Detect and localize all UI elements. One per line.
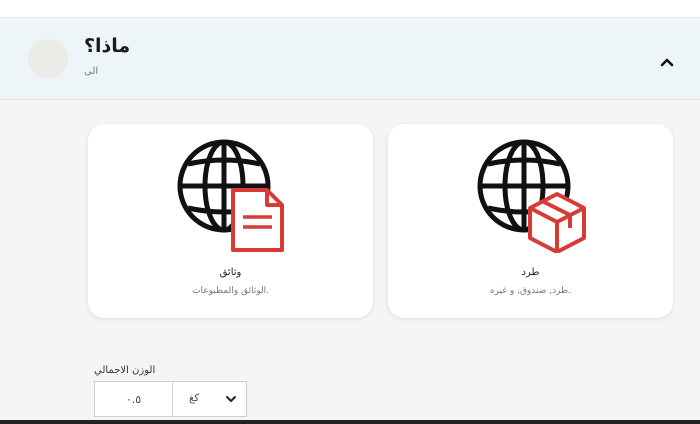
parcel-card-title: طرد xyxy=(521,267,540,278)
weight-unit-value: كغ xyxy=(189,393,200,404)
section-title: ماذا؟ xyxy=(84,35,131,57)
globe-box-icon xyxy=(477,139,586,253)
top-bar xyxy=(0,0,700,18)
total-weight-field: كغ xyxy=(94,381,247,417)
chevron-down-icon xyxy=(226,396,236,402)
weight-unit-select[interactable]: كغ xyxy=(173,382,247,416)
documents-card-title: وثائق xyxy=(219,267,242,278)
bottom-edge xyxy=(0,420,700,424)
avatar xyxy=(28,39,68,79)
documents-card[interactable]: وثائق الوثائق والمطبوعات. xyxy=(88,124,373,318)
documents-card-description: الوثائق والمطبوعات. xyxy=(191,286,269,296)
section-subtitle: الى xyxy=(84,66,99,77)
total-weight-label: الوزن الاجمالي xyxy=(94,365,156,376)
chevron-up-icon[interactable] xyxy=(656,51,678,73)
parcel-card-description: طرد, صندوق, و غيره. xyxy=(489,286,572,296)
globe-document-icon xyxy=(177,139,284,252)
weight-input[interactable] xyxy=(95,382,172,416)
section-header[interactable]: ماذا؟ الى xyxy=(0,18,700,100)
parcel-card[interactable]: طرد طرد, صندوق, و غيره. xyxy=(388,124,673,318)
